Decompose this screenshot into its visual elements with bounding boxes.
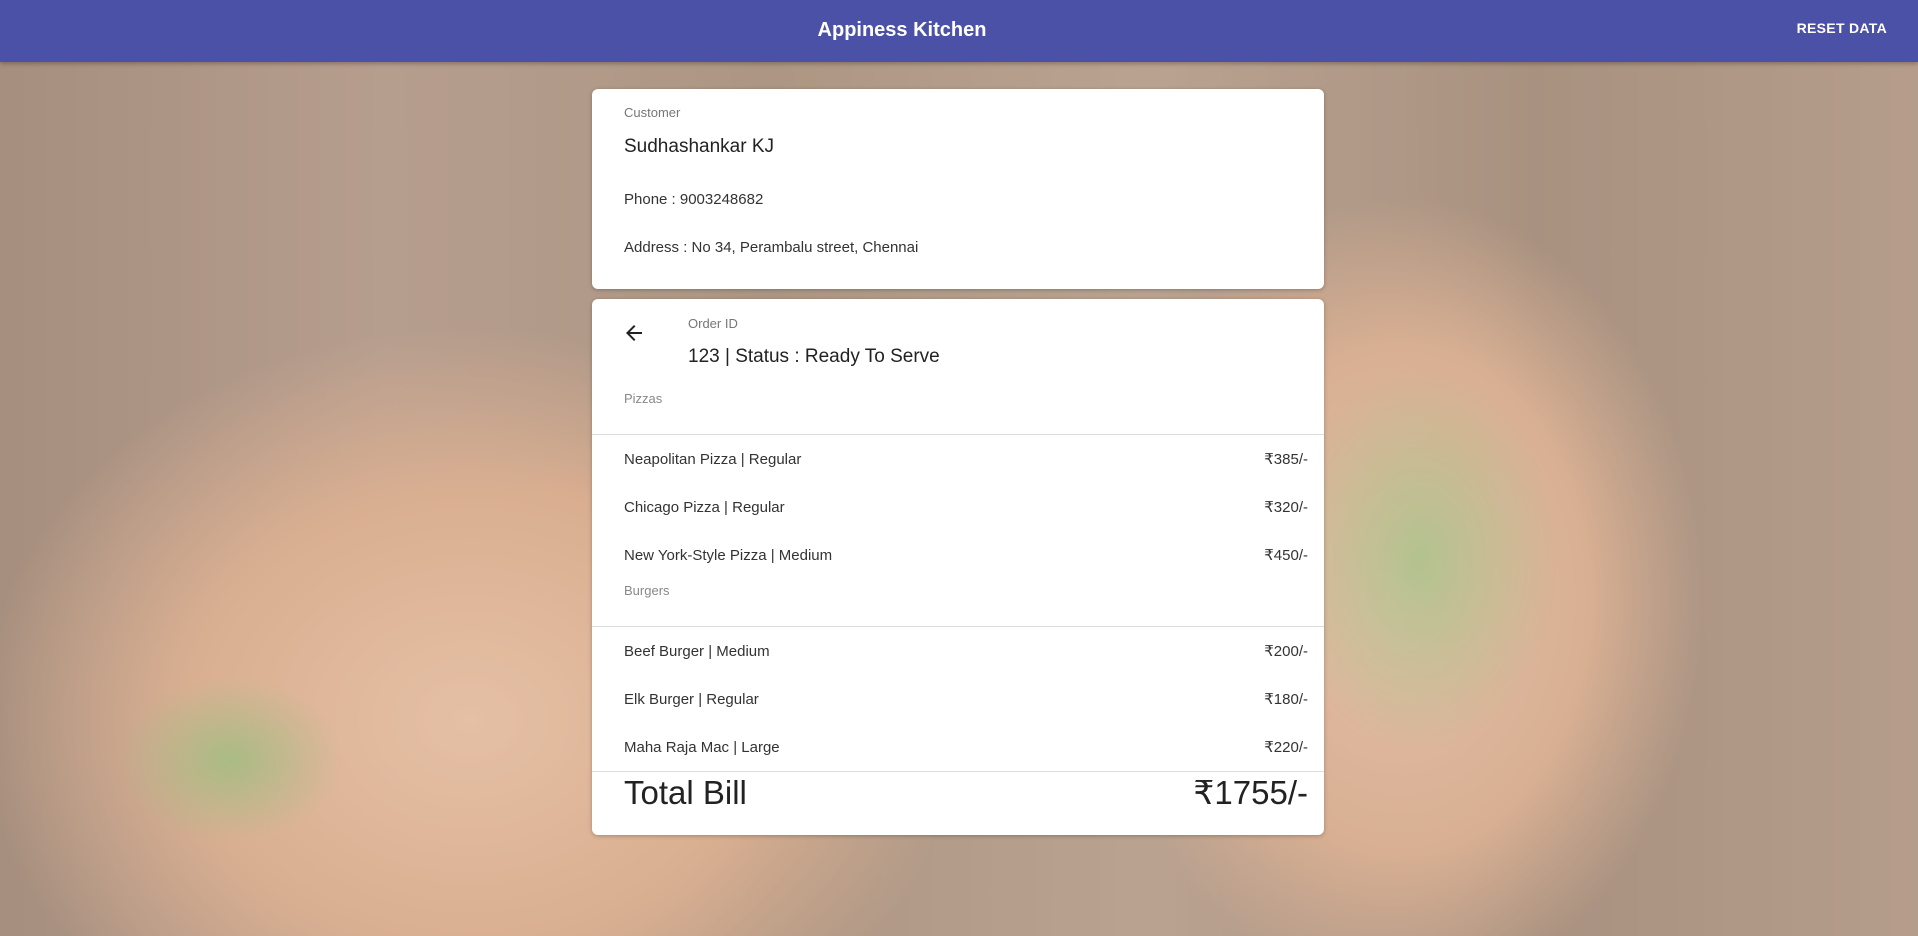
item-name: Neapolitan Pizza | Regular [624, 450, 802, 468]
reset-data-button[interactable]: RESET DATA [1797, 20, 1887, 36]
list-item: Chicago Pizza | Regular ₹320/- [624, 495, 1308, 519]
list-item: Neapolitan Pizza | Regular ₹385/- [624, 447, 1308, 471]
list-item: Elk Burger | Regular ₹180/- [624, 687, 1308, 711]
item-price: ₹385/- [1264, 451, 1308, 468]
item-name: Elk Burger | Regular [624, 690, 759, 708]
list-item: Beef Burger | Medium ₹200/- [624, 639, 1308, 663]
customer-name: Sudhashankar KJ [624, 136, 774, 157]
customer-address: Address : No 34, Perambalu street, Chenn… [624, 239, 919, 256]
divider [592, 434, 1324, 435]
order-title: 123 | Status : Ready To Serve [688, 346, 940, 367]
app-title: Appiness Kitchen [817, 19, 987, 41]
section-label-burgers: Burgers [624, 583, 670, 598]
arrow-left-icon[interactable] [622, 321, 646, 345]
item-name: Maha Raja Mac | Large [624, 738, 780, 756]
divider [592, 771, 1324, 772]
divider [592, 626, 1324, 627]
item-price: ₹320/- [1264, 499, 1308, 516]
app-bar: Appiness Kitchen RESET DATA [0, 0, 1918, 62]
list-item: Maha Raja Mac | Large ₹220/- [624, 735, 1308, 759]
item-price: ₹180/- [1264, 691, 1308, 708]
customer-card: Customer Sudhashankar KJ Phone : 9003248… [592, 89, 1324, 289]
total-bill-label: Total Bill [624, 773, 747, 811]
total-bill-value: ₹1755/- [1193, 774, 1308, 811]
customer-label: Customer [624, 105, 681, 120]
item-name: Beef Burger | Medium [624, 642, 770, 660]
customer-phone: Phone : 9003248682 [624, 191, 764, 208]
item-price: ₹200/- [1264, 643, 1308, 660]
item-price: ₹450/- [1264, 547, 1308, 564]
list-item: New York-Style Pizza | Medium ₹450/- [624, 543, 1308, 567]
section-label-pizzas: Pizzas [624, 391, 663, 406]
order-id-label: Order ID [688, 316, 738, 331]
item-name: New York-Style Pizza | Medium [624, 546, 833, 564]
order-card: Order ID 123 | Status : Ready To Serve P… [592, 299, 1324, 835]
total-bill-row: Total Bill ₹1755/- [624, 773, 1308, 812]
item-price: ₹220/- [1264, 739, 1308, 756]
item-name: Chicago Pizza | Regular [624, 498, 785, 516]
